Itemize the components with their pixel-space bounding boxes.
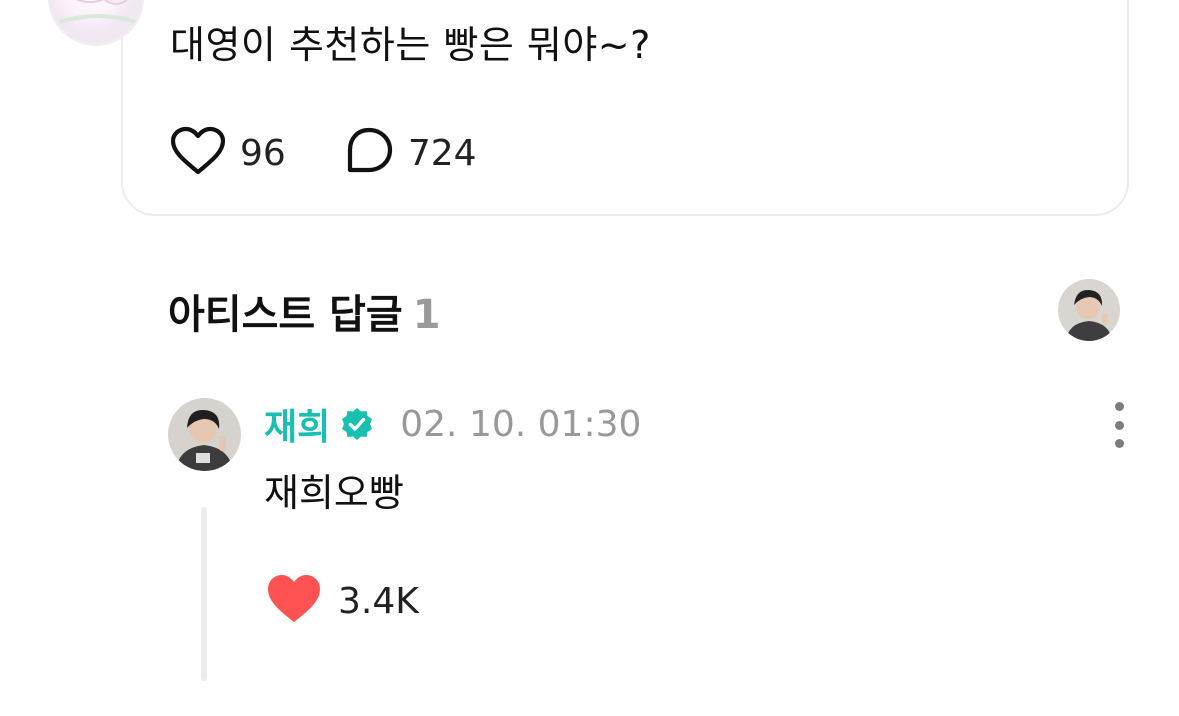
more-vertical-icon[interactable] (1106, 402, 1132, 448)
reply-author-avatar[interactable] (168, 398, 241, 471)
heart-outline-icon (170, 126, 226, 180)
more-dot (1114, 420, 1124, 430)
thread-line (201, 507, 207, 681)
artist-avatar-small[interactable] (1058, 279, 1120, 341)
reply-timestamp: 02. 10. 01:30 (400, 403, 642, 445)
more-dot (1114, 439, 1124, 448)
post-text: 대영이 추천하는 빵은 뭐야~? (170, 23, 651, 67)
reply-author-photo (168, 398, 241, 471)
reply-like-count: 3.4K (338, 580, 419, 622)
speech-bubble-icon (344, 126, 394, 180)
heart-filled-icon (266, 574, 322, 628)
comment-count: 724 (407, 132, 477, 174)
reply-like-button[interactable]: 3.4K (266, 574, 419, 628)
reply-header: 재희 02. 10. 01:30 (264, 402, 642, 449)
artist-replies-count: 1 (412, 292, 441, 338)
artist-replies-title: 아티스트 답글 1 (168, 282, 441, 340)
like-button[interactable]: 96 (170, 126, 286, 180)
reply-text: 재희오빵 (264, 471, 404, 515)
like-count: 96 (240, 132, 286, 174)
reply-author-name[interactable]: 재희 (264, 398, 330, 450)
verified-badge-icon (340, 407, 374, 441)
more-dot (1114, 402, 1124, 411)
artist-photo (1058, 279, 1120, 341)
section-title-label: 아티스트 답글 (168, 292, 403, 338)
comment-button[interactable]: 724 (344, 126, 477, 180)
post-reactions: 96 724 (170, 126, 477, 180)
